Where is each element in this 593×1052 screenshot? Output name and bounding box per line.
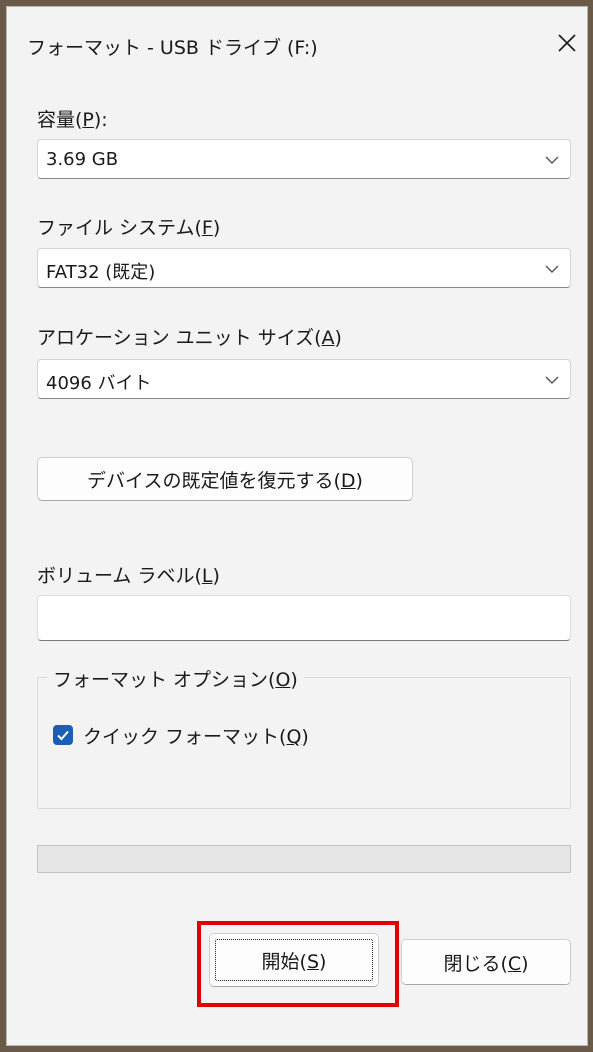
capacity-select[interactable]: 3.69 GB (37, 139, 571, 179)
close-icon (558, 34, 576, 52)
allocation-size-select[interactable]: 4096 バイト (37, 359, 571, 399)
volume-label-input[interactable] (37, 595, 571, 641)
close-window-button[interactable] (547, 23, 587, 63)
filesystem-value: FAT32 (既定) (46, 262, 156, 283)
checkmark-icon (57, 730, 69, 741)
quick-format-label[interactable]: クイック フォーマット(Q) (83, 722, 309, 749)
quick-format-checkbox[interactable] (53, 725, 73, 745)
capacity-value: 3.69 GB (46, 149, 119, 170)
format-options-legend: フォーマット オプション(O) (47, 665, 304, 692)
allocation-size-value: 4096 バイト (46, 373, 152, 394)
chevron-down-icon (545, 376, 559, 384)
restore-defaults-button[interactable]: デバイスの既定値を復元する(D) (37, 457, 413, 501)
focus-rectangle (215, 939, 373, 981)
capacity-label: 容量(P): (37, 109, 108, 131)
close-button-label: 閉じる(C) (443, 952, 529, 975)
allocation-size-label: アロケーション ユニット サイズ(A) (37, 327, 342, 349)
close-button[interactable]: 閉じる(C) (401, 939, 571, 985)
start-button[interactable]: 開始(S) (209, 933, 379, 987)
restore-defaults-label: デバイスの既定値を復元する(D) (87, 469, 363, 492)
dialog-title: フォーマット - USB ドライブ (F:) (27, 37, 318, 59)
volume-label-label: ボリューム ラベル(L) (37, 565, 220, 587)
filesystem-label: ファイル システム(F) (37, 217, 221, 239)
title-bar: フォーマット - USB ドライブ (F:) (7, 7, 587, 79)
filesystem-select[interactable]: FAT32 (既定) (37, 248, 571, 288)
format-progress-bar (37, 845, 571, 873)
format-dialog: フォーマット - USB ドライブ (F:) 容量(P): 3.69 GB ファ… (6, 6, 588, 1046)
chevron-down-icon (545, 265, 559, 273)
chevron-down-icon (545, 156, 559, 164)
